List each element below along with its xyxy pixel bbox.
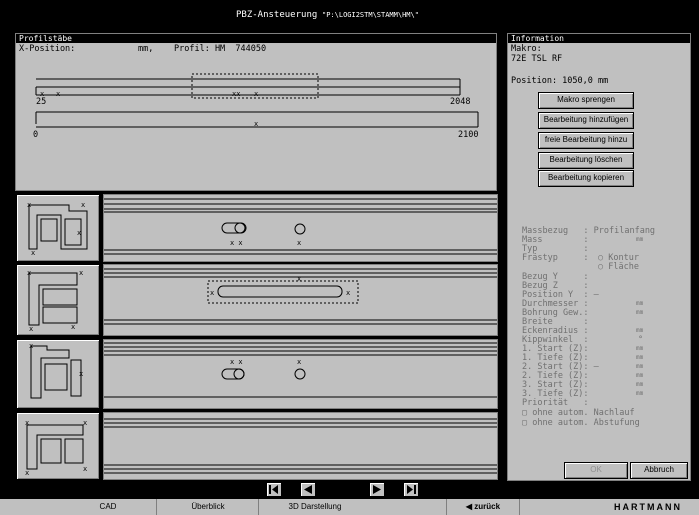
x-position-label: X-Position: [19,44,76,54]
svg-text:x: x [254,120,258,128]
position-text: Position: 1050,0 mm [511,76,609,86]
svg-text:x: x [27,269,31,277]
prioritaet-field: Priorität : [522,398,589,408]
svg-text:x: x [25,419,29,427]
section-thumb-3[interactable]: xx [16,339,100,409]
section-drawing-4: x x x x [25,419,87,477]
svg-text:x: x [346,289,350,297]
makro-value: 72E TSL RF [511,54,563,64]
tab-3d-darstellung[interactable]: 3D Darstellung [258,499,371,515]
svg-text:x: x [83,419,87,427]
ok-button[interactable]: OK [564,462,628,479]
svg-text:x: x [297,275,301,283]
svg-text:x: x [56,90,60,98]
nachlauf-label: ohne autom. Nachlauf [532,408,635,418]
svg-text:x: x [29,342,33,350]
svg-text:x: x [210,289,214,297]
abstufung-label: ohne autom. Abstufung [532,418,640,428]
bearbeitung-loeschen-button[interactable]: Bearbeitung löschen [538,152,634,169]
svg-text:x: x [71,323,75,331]
profile-view-4[interactable] [103,412,498,480]
bohrung-unit: mm [636,309,644,316]
svg-text:x: x [31,249,35,257]
window-title: PBZ-Ansteuerung [236,10,318,20]
arrow-left-icon [304,485,312,494]
svg-text:x: x [79,269,83,277]
scale1-right: 2048 [450,97,471,107]
skip-first-icon [269,485,278,494]
section-thumb-2[interactable]: x x x x [16,264,100,336]
scale1-left: 25 [36,97,47,107]
svg-text:x: x [297,358,301,366]
svg-text:x: x [83,465,87,473]
profile-view-2[interactable]: x x x [103,264,498,336]
profile-panel-header: Profilstäbe [16,34,496,43]
svg-text:xx: xx [232,90,240,98]
svg-text:x: x [297,239,301,247]
profile-view-3[interactable]: x xx [103,339,498,409]
x-position-unit: mm, [138,44,154,54]
section-drawing-3: xx [29,342,83,399]
section-drawing-1: x x x x [27,201,88,257]
svg-text:x: x [254,90,258,98]
profil-label: Profil: HM 744050 [174,44,267,54]
profile-overview-drawing[interactable]: x x xx x x [16,72,496,152]
skip-last-icon [407,485,416,494]
makro-label: Makro: [511,44,542,54]
back-button[interactable]: ◀ zurück [446,499,520,515]
scale2-right: 2100 [458,130,479,140]
prev-button[interactable] [300,482,316,497]
freie-bearbeitung-button[interactable]: freie Bearbeitung hinzu [538,132,634,149]
fraestyp-field: Frästyp : [522,253,589,263]
svg-text:x: x [77,229,81,237]
back-label: zurück [474,502,501,511]
arrow-right-icon [373,485,381,494]
abstufung-checkbox[interactable]: ▢ ohne autom. Abstufung [522,418,640,428]
svg-text:x x: x x [230,239,243,247]
tab-cad[interactable]: CAD [60,499,156,515]
section-drawing-2: x x x x [27,269,83,333]
tab-ueberblick[interactable]: Überblick [156,499,259,515]
svg-text:x: x [29,325,33,333]
bottom-bar: CAD Überblick 3D Darstellung ◀ zurück HA… [0,499,699,515]
mass-unit: mm [636,236,644,243]
svg-text:x: x [79,370,83,378]
bearbeitung-kopieren-button[interactable]: Bearbeitung kopieren [538,170,634,187]
info-panel: Information Makro: 72E TSL RF Position: … [507,33,691,481]
svg-text:x x: x x [230,358,243,366]
info-panel-header: Information [508,34,690,43]
svg-text:x: x [27,201,31,209]
bearbeitung-hinzufuegen-button[interactable]: Bearbeitung hinzufügen [538,112,634,129]
flaeche-label: Fläche [608,262,639,272]
last-button[interactable] [403,482,419,497]
next-button[interactable] [369,482,385,497]
profile-view-1[interactable]: x xx [103,194,498,262]
svg-text:x: x [25,469,29,477]
abbruch-button[interactable]: Abbruch [630,462,688,479]
brand-logo: HARTMANN [614,502,682,512]
svg-text:x: x [81,201,85,209]
nachlauf-checkbox[interactable]: ▢ ohne autom. Nachlauf [522,408,635,418]
title-bar: PBZ-Ansteuerung "P:\LOGI2STM\STAMM\HM\" [0,0,699,30]
section-thumb-1[interactable]: x x x x [16,194,100,262]
flaeche-radio[interactable]: ○ Fläche [598,262,639,272]
first-button[interactable] [266,482,282,497]
window-path: "P:\LOGI2STM\STAMM\HM\" [322,11,419,19]
tiefe3-unit: mm [636,390,644,397]
profile-panel: Profilstäbe X-Position: mm, Profil: HM 7… [15,33,497,191]
scale2-left: 0 [33,130,39,140]
makro-sprengen-button[interactable]: Makro sprengen [538,92,634,109]
section-thumb-4[interactable]: x x x x [16,412,100,480]
